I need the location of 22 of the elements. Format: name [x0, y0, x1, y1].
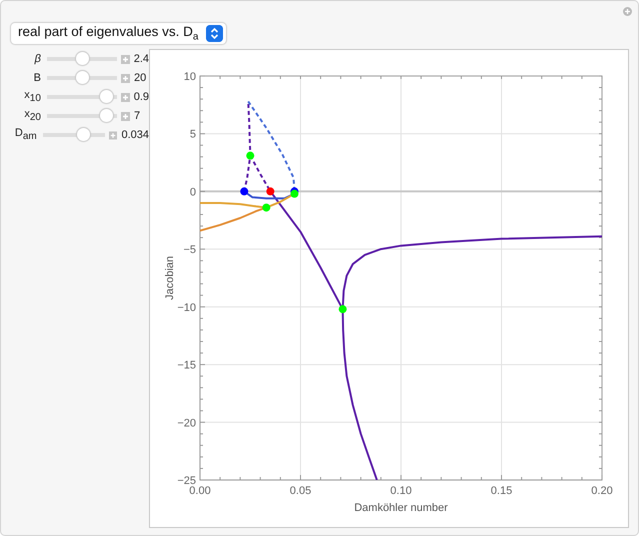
y-tick-label: 0 — [190, 186, 196, 198]
x-axis-title: Damköhler number — [354, 502, 448, 514]
slider-label: β — [34, 53, 42, 65]
y-tick-label: −10 — [177, 302, 196, 314]
y-tick-label: −20 — [177, 417, 196, 430]
slider-value: 0.034 — [121, 129, 149, 141]
x-tick-label: 0.05 — [290, 485, 312, 497]
y-tick-label: −15 — [177, 360, 196, 372]
x-tick-label: 0.20 — [591, 485, 613, 497]
y-axis-title: Jacobian — [164, 256, 176, 300]
slider-value: 0.9 — [134, 91, 150, 103]
y-tick-label: 10 — [184, 71, 196, 83]
slider-value: 20 — [134, 72, 146, 84]
y-tick-label: 5 — [190, 128, 196, 141]
y-tick-label: −25 — [177, 475, 196, 487]
x-tick-label: 0.15 — [490, 485, 512, 497]
slider-label: B — [32, 72, 42, 84]
y-tick-label: −5 — [183, 244, 196, 256]
slider-value: 7 — [134, 110, 140, 122]
slider-value: 2.4 — [134, 53, 150, 65]
x-tick-label: 0.00 — [189, 485, 211, 497]
x-tick-label: 0.10 — [390, 485, 412, 497]
